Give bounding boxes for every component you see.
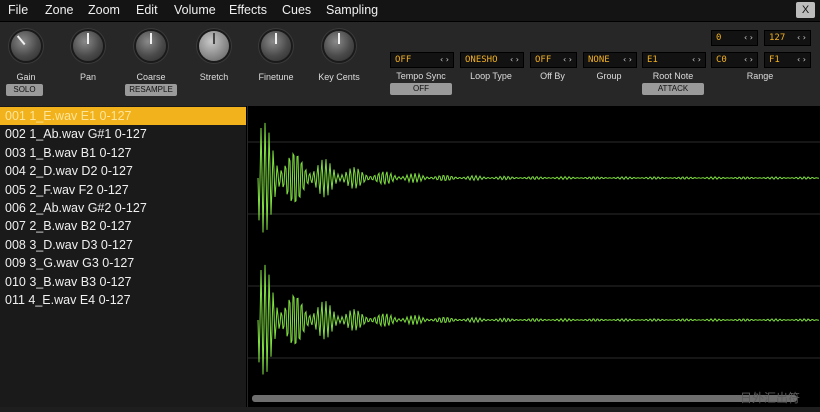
group-selector[interactable]: NONE ‹ ›	[583, 52, 637, 68]
menu-zoom[interactable]: Zoom	[88, 3, 120, 17]
zone-list-item[interactable]: 011 4_E.wav E4 0-127	[0, 291, 246, 309]
watermark: 日外汇出符	[740, 391, 801, 405]
zone-list-item[interactable]: 008 3_D.wav D3 0-127	[0, 236, 246, 254]
menu-edit[interactable]: Edit	[136, 3, 158, 17]
zone-list-item[interactable]: 006 2_Ab.wav G#2 0-127	[0, 199, 246, 217]
attack-button[interactable]: ATTACK	[642, 83, 704, 95]
zone-list-item[interactable]: 002 1_Ab.wav G#1 0-127	[0, 125, 246, 143]
pan-knob-icon[interactable]	[73, 31, 103, 61]
zone-controls-panel: Gain SOLO Pan Coarse RESAMPLE Stretch Fi…	[0, 22, 820, 106]
key-high-selector[interactable]: F1 ‹ ›	[764, 52, 811, 68]
waveform-display[interactable]	[248, 106, 820, 407]
resample-button[interactable]: RESAMPLE	[125, 84, 177, 96]
zone-list-item[interactable]: 001 1_E.wav E1 0-127	[0, 107, 246, 125]
key-low-value: C0	[716, 55, 727, 65]
key-low-selector[interactable]: C0 ‹ ›	[711, 52, 758, 68]
left-right-arrows-icon[interactable]: ‹ ›	[440, 53, 449, 67]
menu-cues[interactable]: Cues	[282, 3, 311, 17]
waveform-channel	[257, 122, 820, 233]
sampler-window: File Zone Zoom Edit Volume Effects Cues …	[0, 0, 820, 407]
tempo-sync-label: Tempo Sync	[396, 71, 446, 81]
root-note-selector[interactable]: E1 ‹ ›	[642, 52, 706, 68]
menu-file[interactable]: File	[8, 3, 28, 17]
root-note-value: E1	[647, 55, 658, 65]
velocity-low-value: 0	[716, 33, 722, 43]
tempo-sync-value: OFF	[395, 55, 412, 65]
tempo-off-button[interactable]: OFF	[390, 83, 452, 95]
coarse-label: Coarse	[136, 72, 166, 82]
zone-list-item[interactable]: 004 2_D.wav D2 0-127	[0, 162, 246, 180]
left-right-arrows-icon[interactable]: ‹ ›	[510, 53, 519, 67]
off-by-label: Off By	[540, 71, 565, 81]
loop-type-value: ONESHO	[465, 55, 498, 65]
finetune-knob-icon[interactable]	[261, 31, 291, 61]
velocity-high-selector[interactable]: 127 ‹ ›	[764, 30, 811, 46]
zone-list-item[interactable]: 007 2_B.wav B2 0-127	[0, 217, 246, 235]
range-label: Range	[746, 71, 774, 81]
menu-bar: File Zone Zoom Edit Volume Effects Cues …	[0, 0, 820, 22]
key-high-value: F1	[769, 55, 780, 65]
stretch-knob-icon[interactable]	[199, 31, 229, 61]
menu-volume[interactable]: Volume	[174, 3, 216, 17]
off-by-selector[interactable]: OFF ‹ ›	[530, 52, 577, 68]
menu-sampling[interactable]: Sampling	[326, 3, 378, 17]
finetune-label: Finetune	[258, 72, 294, 82]
menu-effects[interactable]: Effects	[229, 3, 267, 17]
gain-label: Gain	[16, 72, 36, 82]
zone-list-item[interactable]: 005 2_F.wav F2 0-127	[0, 181, 246, 199]
left-right-arrows-icon[interactable]: ‹ ›	[797, 53, 806, 67]
velocity-low-selector[interactable]: 0 ‹ ›	[711, 30, 758, 46]
loop-type-selector[interactable]: ONESHO ‹ ›	[460, 52, 524, 68]
left-right-arrows-icon[interactable]: ‹ ›	[692, 53, 701, 67]
velocity-high-value: 127	[769, 33, 786, 43]
key-cents-label: Key Cents	[318, 72, 360, 82]
left-right-arrows-icon[interactable]: ‹ ›	[797, 31, 806, 45]
left-right-arrows-icon[interactable]: ‹ ›	[744, 31, 753, 45]
solo-button[interactable]: SOLO	[6, 84, 43, 96]
tempo-sync-selector[interactable]: OFF ‹ ›	[390, 52, 454, 68]
left-right-arrows-icon[interactable]: ‹ ›	[623, 53, 632, 67]
stretch-label: Stretch	[199, 72, 229, 82]
waveform-svg	[248, 122, 820, 375]
close-button[interactable]: X	[796, 2, 815, 18]
gain-knob-icon[interactable]	[11, 31, 41, 61]
menu-zone[interactable]: Zone	[45, 3, 74, 17]
off-by-value: OFF	[535, 55, 552, 65]
group-value: NONE	[588, 55, 610, 65]
left-right-arrows-icon[interactable]: ‹ ›	[744, 53, 753, 67]
loop-type-label: Loop Type	[470, 71, 512, 81]
zone-list: 001 1_E.wav E1 0-127 002 1_Ab.wav G#1 0-1…	[0, 106, 247, 407]
root-note-label: Root Note	[652, 71, 694, 81]
left-right-arrows-icon[interactable]: ‹ ›	[563, 53, 572, 67]
key-cents-knob-icon[interactable]	[324, 31, 354, 61]
zone-list-item[interactable]: 010 3_B.wav B3 0-127	[0, 273, 246, 291]
pan-label: Pan	[79, 72, 96, 82]
coarse-knob-icon[interactable]	[136, 31, 166, 61]
horizontal-scrollbar[interactable]	[252, 395, 797, 402]
zone-list-item[interactable]: 009 3_G.wav G3 0-127	[0, 254, 246, 272]
zone-list-item[interactable]: 003 1_B.wav B1 0-127	[0, 144, 246, 162]
group-label: Group	[596, 71, 622, 81]
